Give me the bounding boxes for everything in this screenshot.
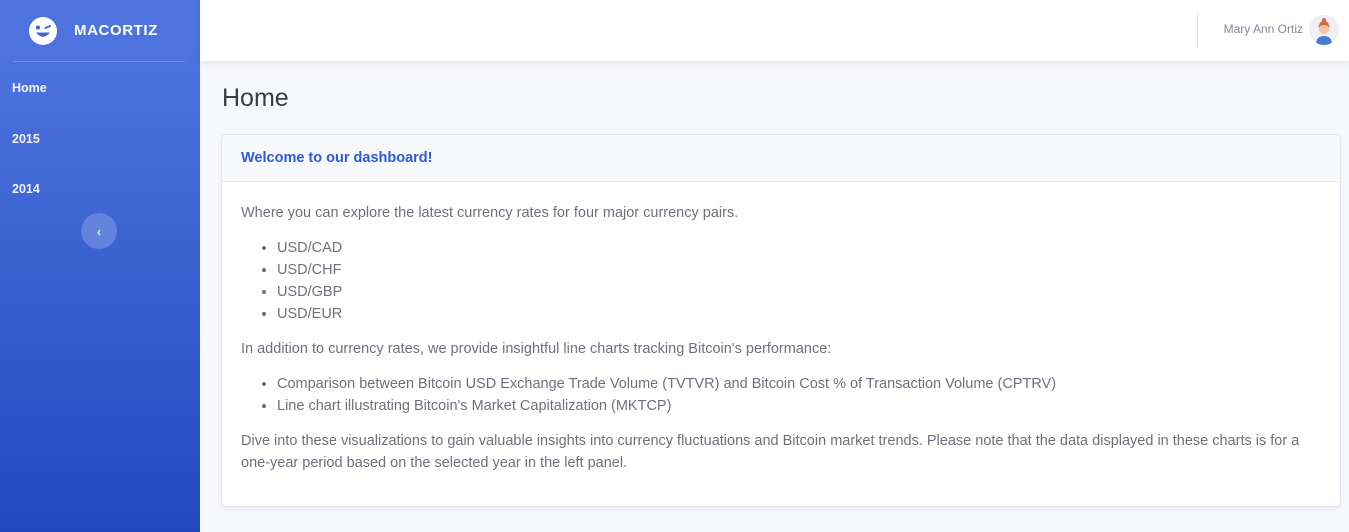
user-avatar-icon[interactable] [1309, 15, 1339, 45]
list-item: USD/CAD [277, 237, 1321, 259]
chevron-left-icon: ‹ [96, 223, 102, 239]
brand-name: MACORTIZ [74, 22, 158, 39]
charts-list: Comparison between Bitcoin USD Exchange … [241, 373, 1321, 417]
list-item: USD/GBP [277, 281, 1321, 303]
list-item: USD/CHF [277, 259, 1321, 281]
page-title: Home [222, 84, 289, 112]
welcome-card: Welcome to our dashboard! Where you can … [221, 134, 1341, 507]
card-header: Welcome to our dashboard! [222, 135, 1340, 182]
topbar: Mary Ann Ortiz [200, 0, 1349, 61]
outro-text: Dive into these visualizations to gain v… [241, 433, 1300, 471]
sidebar-item-2014[interactable]: 2014 [0, 164, 200, 214]
laugh-wink-icon [28, 16, 58, 46]
sidebar-item-home[interactable]: Home [0, 62, 200, 114]
charts-intro-text: In addition to currency rates, we provid… [241, 341, 832, 357]
sidebar-toggle-button[interactable]: ‹ [81, 213, 117, 249]
sidebar-item-2015[interactable]: 2015 [0, 114, 200, 164]
list-item: Line chart illustrating Bitcoin's Market… [277, 395, 1321, 417]
card-title: Welcome to our dashboard! [241, 150, 433, 166]
topbar-divider [1197, 12, 1198, 48]
intro-text: Where you can explore the latest currenc… [241, 205, 739, 221]
currency-pairs-list: USD/CAD USD/CHF USD/GBP USD/EUR [241, 237, 1321, 325]
list-item: Comparison between Bitcoin USD Exchange … [277, 373, 1321, 395]
sidebar: MACORTIZ Home 2015 2014 ‹ [0, 0, 200, 532]
list-item: USD/EUR [277, 303, 1321, 325]
card-body: Where you can explore the latest currenc… [222, 182, 1340, 507]
user-name[interactable]: Mary Ann Ortiz [1224, 22, 1303, 36]
brand[interactable]: MACORTIZ [0, 0, 200, 61]
